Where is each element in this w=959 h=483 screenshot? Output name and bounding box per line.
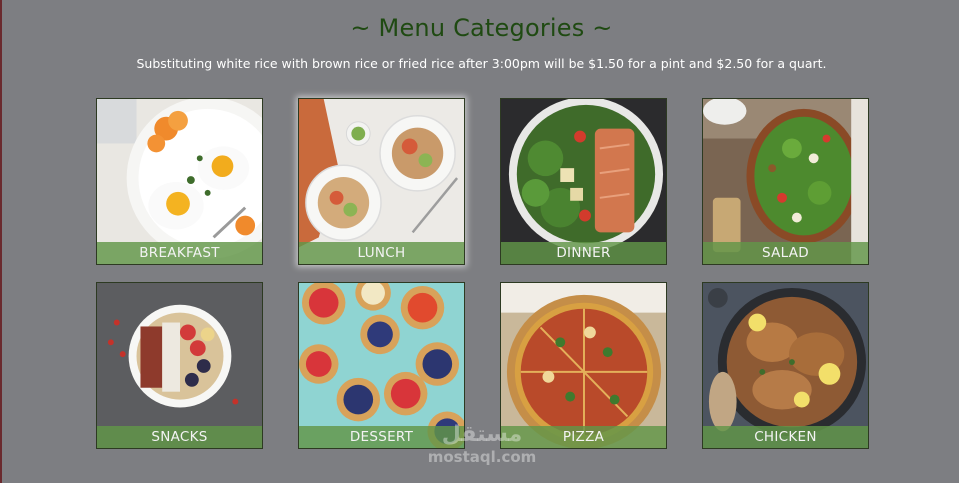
breakfast-photo	[97, 99, 262, 264]
pricing-note: Substituting white rice with brown rice …	[136, 56, 827, 71]
salad-photo	[703, 99, 868, 264]
page-title: ~ Menu Categories ~	[350, 14, 613, 42]
snacks-photo	[97, 283, 262, 448]
chicken-photo	[703, 283, 868, 448]
watermark: مستقل mostaql.com	[417, 422, 547, 466]
category-card-salad[interactable]: SALAD	[702, 98, 869, 265]
category-grid: BREAKFAST LUNCH DINNER SALAD SNACKS DESS…	[96, 98, 869, 449]
category-card-breakfast[interactable]: BREAKFAST	[96, 98, 263, 265]
category-label-chicken: CHICKEN	[703, 426, 868, 448]
category-label-snacks: SNACKS	[97, 426, 262, 448]
watermark-latin: mostaql.com	[427, 448, 537, 466]
category-label-breakfast: BREAKFAST	[97, 242, 262, 264]
category-label-salad: SALAD	[703, 242, 868, 264]
category-card-lunch[interactable]: LUNCH	[298, 98, 465, 265]
category-card-snacks[interactable]: SNACKS	[96, 282, 263, 449]
watermark-arabic: مستقل	[441, 422, 523, 447]
category-label-lunch: LUNCH	[299, 242, 464, 264]
dinner-photo	[501, 99, 666, 264]
category-label-dinner: DINNER	[501, 242, 666, 264]
lunch-photo	[299, 99, 464, 264]
category-card-chicken[interactable]: CHICKEN	[702, 282, 869, 449]
category-card-dinner[interactable]: DINNER	[500, 98, 667, 265]
